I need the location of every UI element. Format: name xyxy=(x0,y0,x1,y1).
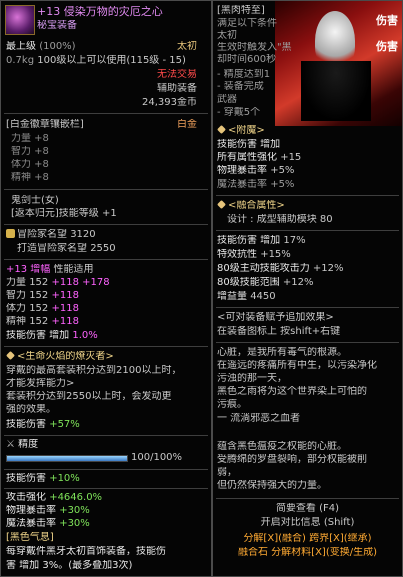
disassemble-action[interactable]: 分解[X](融合) xyxy=(243,533,305,544)
class-line: 鬼剑士(女) xyxy=(11,195,59,206)
diamond-icon xyxy=(217,200,226,209)
right-desc: 却时间600秒 xyxy=(217,54,277,65)
crit-line: 物理暴击率 +30% xyxy=(6,505,90,516)
lore-line: 污浊的那一天， xyxy=(217,373,287,384)
forge-rep: 打造冒险家名望 2550 xyxy=(17,243,116,254)
enchant-title: <附魔> xyxy=(217,125,265,137)
fusion-stat: 特效抗性 +15% xyxy=(217,249,291,260)
lore-line: 蕴含黑色瘟疫之权能的心脏。 xyxy=(217,441,347,452)
atk-line: 攻击强化 +4646.0% xyxy=(6,492,103,503)
fusion-stat: 技能伤害 增加 17% xyxy=(217,235,306,246)
emblem-stat: 体力 +8 xyxy=(11,159,49,170)
lore-line: 一 流淌邪恶之血者 xyxy=(217,413,301,424)
right-desc: 生效时触发入"黑 xyxy=(217,42,292,53)
lore-line: 受腾绵的罗盘裂响，部分权能被削 xyxy=(217,454,367,465)
right-desc: 太初 xyxy=(217,30,237,41)
emblem-stat: 精神 +8 xyxy=(11,172,49,183)
right-desc: 满足以下条件 xyxy=(217,18,277,29)
trade-status: 无法交易 xyxy=(157,69,197,80)
max-level-label: 最上级 (100%) xyxy=(6,41,76,52)
life-desc: 强的效果。 xyxy=(6,404,56,415)
rep-gem-icon xyxy=(6,229,15,238)
enchant-stat: 所有属性强化 +15 xyxy=(217,152,302,163)
refine-bar xyxy=(6,455,128,462)
fusion-title: <融合属性> xyxy=(217,200,285,212)
adv-rep: 冒险家名望 3120 xyxy=(6,229,96,241)
refine-progress: 100/100% xyxy=(131,452,183,463)
life-desc: 才能发挥能力> xyxy=(6,378,75,389)
item-tooltip-left: +13 侵染万物的灾厄之心 秘宝装备 最上级 (100%) 太初 0.7kg 1… xyxy=(0,0,212,577)
character-artwork: 伤害 伤害 xyxy=(275,1,402,126)
sword-icon: ⚔ xyxy=(6,439,15,450)
dark-desc: 害 增加 3%。(最多叠加3次) xyxy=(6,560,133,571)
dark-title: [黑色气息] xyxy=(6,532,54,543)
enchant-stat: 物理暴击率 +5% xyxy=(217,165,295,176)
diamond-icon xyxy=(6,351,15,360)
crossover-action[interactable]: 跨界[X](继承) xyxy=(309,533,371,544)
stat-row: 智力 152 +118 xyxy=(6,290,79,301)
fusion-stone-action[interactable]: 融合石 分解材料[X](变换/生成) xyxy=(213,547,402,559)
fusion-design: 设计 : 成型辅助模块 80 xyxy=(227,214,333,225)
dark-desc: 每穿戴件黑牙太初首饰装备，技能伤 xyxy=(6,546,166,557)
right-header: [黑肉特至] xyxy=(217,5,265,16)
item-name: +13 侵染万物的灾厄之心 xyxy=(37,6,163,18)
right-desc: - 装备完成 xyxy=(217,81,264,92)
mcrit-line: 魔法暴击率 +30% xyxy=(6,518,90,529)
lore-line: 心脏，是我所有毒气的根源。 xyxy=(217,347,347,358)
life-title: <生命火焰的燎灭者> xyxy=(6,351,114,363)
banner-caption: 伤害 xyxy=(376,40,398,53)
equip-type: 辅助装备 xyxy=(157,83,197,94)
refine-bar-fill xyxy=(7,456,127,461)
tier-label: 太初 xyxy=(177,41,197,52)
price: 24,393金币 xyxy=(142,97,197,108)
emblem-type: 白金 xyxy=(177,119,197,130)
fusion-stat: 80级主动技能攻击力 +12% xyxy=(217,263,344,274)
refine-label: ⚔ 精度 xyxy=(6,439,39,450)
life-desc: 套装积分达到2550以上时，会发动更 xyxy=(6,391,172,402)
enchant-stat: 魔法暴击率 +5% xyxy=(217,179,295,190)
skill-dmg2-line: 技能伤害 +10% xyxy=(6,473,80,484)
diamond-icon xyxy=(217,125,226,134)
life-desc: 穿戴的最高套装积分达到2100以上时， xyxy=(6,365,182,376)
upgrade-hint: 在装备图标上 按shift+右键 xyxy=(217,326,341,337)
life-skill: 技能伤害 +57% xyxy=(6,419,80,430)
right-desc: - 穿戴5个 xyxy=(217,107,261,118)
return-line: [返本归元]技能等级 +1 xyxy=(11,208,117,219)
right-desc: - 精度达到1 xyxy=(217,69,271,80)
emblem-stat: 力量 +8 xyxy=(11,133,49,144)
item-icon[interactable] xyxy=(5,5,35,35)
stat-row: 精神 152 +118 xyxy=(6,316,79,327)
item-subtitle: 秘宝装备 xyxy=(37,20,77,31)
amp-line: +13 增幅 性能适用 xyxy=(6,264,94,275)
lore-line: 黑色之雨将为这个世界染上可怕的 xyxy=(217,386,367,397)
right-desc: 武器 xyxy=(217,94,237,105)
action-row: 分解[X](融合) 跨界[X](继承) xyxy=(213,533,402,545)
enchant-stat: 技能伤害 增加 xyxy=(217,139,281,150)
item-tooltip-right: 伤害 伤害 [黑肉特至] 满足以下条件 太初 生效时触发入"黑 却时间600秒 … xyxy=(212,0,403,577)
stat-row: 力量 152 +118 +178 xyxy=(6,277,110,288)
lore-line: 但仍然保持强大的力量。 xyxy=(217,480,327,491)
weight-level-line: 0.7kg 100级以上可以使用(115级 - 15) xyxy=(6,55,186,66)
fusion-stat: 80级技能范围 +12% xyxy=(217,277,314,288)
skill-dmg-line: 技能伤害 增加 1.0% xyxy=(6,330,98,341)
brief-view-button[interactable]: 简要查看 (F4) xyxy=(213,503,402,515)
lore-line: 弱， xyxy=(217,467,237,478)
emblem-stat: 智力 +8 xyxy=(11,146,49,157)
stat-row: 体力 152 +118 xyxy=(6,303,79,314)
compare-info-button[interactable]: 开启对比信息 (Shift) xyxy=(213,517,402,529)
lore-line: 污痕。 xyxy=(217,399,247,410)
lore-line: 在遥远的疼痛所有中生，以污染净化 xyxy=(217,360,377,371)
banner-caption: 伤害 xyxy=(376,14,398,27)
emblem-header: [白金徽章镶嵌栏] xyxy=(6,119,84,130)
fusion-stat: 增益量 4450 xyxy=(217,291,276,302)
upgrade-title: <可对装备赋予追加效果> xyxy=(217,312,334,323)
